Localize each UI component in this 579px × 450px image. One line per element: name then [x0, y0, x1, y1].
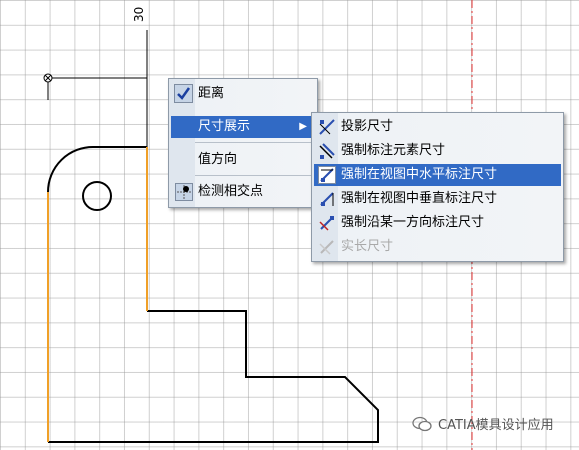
menu-item-dimension-display[interactable]: 尺寸展示 ▶ [171, 116, 315, 138]
submenu-item-true-length-dimension: 实长尺寸 [314, 236, 561, 258]
submenu-item-label: 实长尺寸 [341, 239, 394, 254]
dimension-value[interactable]: 30 [132, 0, 146, 22]
menu-separator [195, 142, 313, 143]
force-element-dimension-icon [318, 142, 336, 160]
submenu-item-label: 强制在视图中垂直标注尺寸 [341, 191, 498, 206]
submenu-item-force-element-dimension[interactable]: 强制标注元素尺寸 [314, 140, 561, 162]
checkbox-icon [174, 84, 193, 103]
submenu-item-force-direction-dimension[interactable]: 强制沿某一方向标注尺寸 [314, 212, 561, 234]
submenu-item-label: 强制沿某一方向标注尺寸 [341, 215, 485, 230]
force-direction-dimension-icon [318, 214, 336, 232]
sketch-circle [82, 181, 112, 211]
menu-item-value-direction[interactable]: 值方向 [171, 149, 315, 171]
watermark: CATIA模具设计应用 [412, 414, 554, 436]
force-horizontal-dimension-icon [318, 166, 336, 184]
submenu-item-label: 投影尺寸 [341, 119, 394, 134]
menu-item-detect-intersection[interactable]: 检测相交点 [171, 181, 315, 203]
dimension-display-submenu: 投影尺寸 强制标注元素尺寸 强制在视图中水平标注尺寸 强制在视图中垂直标注尺寸 … [311, 112, 564, 262]
submenu-item-force-vertical-dimension[interactable]: 强制在视图中垂直标注尺寸 [314, 188, 561, 210]
menu-item-label: 尺寸展示 [198, 119, 251, 134]
watermark-text: CATIA模具设计应用 [438, 418, 554, 433]
menu-item-label: 值方向 [198, 152, 238, 167]
context-menu: 距离 尺寸展示 ▶ 值方向 检测相交点 [168, 78, 318, 208]
projected-dimension-icon [318, 118, 336, 136]
menu-separator [195, 175, 313, 176]
submenu-item-force-horizontal-dimension[interactable]: 强制在视图中水平标注尺寸 [314, 164, 561, 186]
submenu-arrow-icon: ▶ [299, 121, 307, 132]
menu-item-label: 检测相交点 [198, 184, 264, 199]
true-length-dimension-icon [318, 238, 336, 256]
menu-item-label: 距离 [198, 86, 225, 101]
force-vertical-dimension-icon [318, 190, 336, 208]
menu-item-distance[interactable]: 距离 [171, 83, 315, 105]
intersection-point-icon [175, 183, 193, 201]
submenu-item-label: 强制在视图中水平标注尺寸 [341, 167, 498, 182]
submenu-item-projected-dimension[interactable]: 投影尺寸 [314, 116, 561, 138]
wechat-icon [412, 416, 432, 436]
submenu-item-label: 强制标注元素尺寸 [341, 143, 446, 158]
